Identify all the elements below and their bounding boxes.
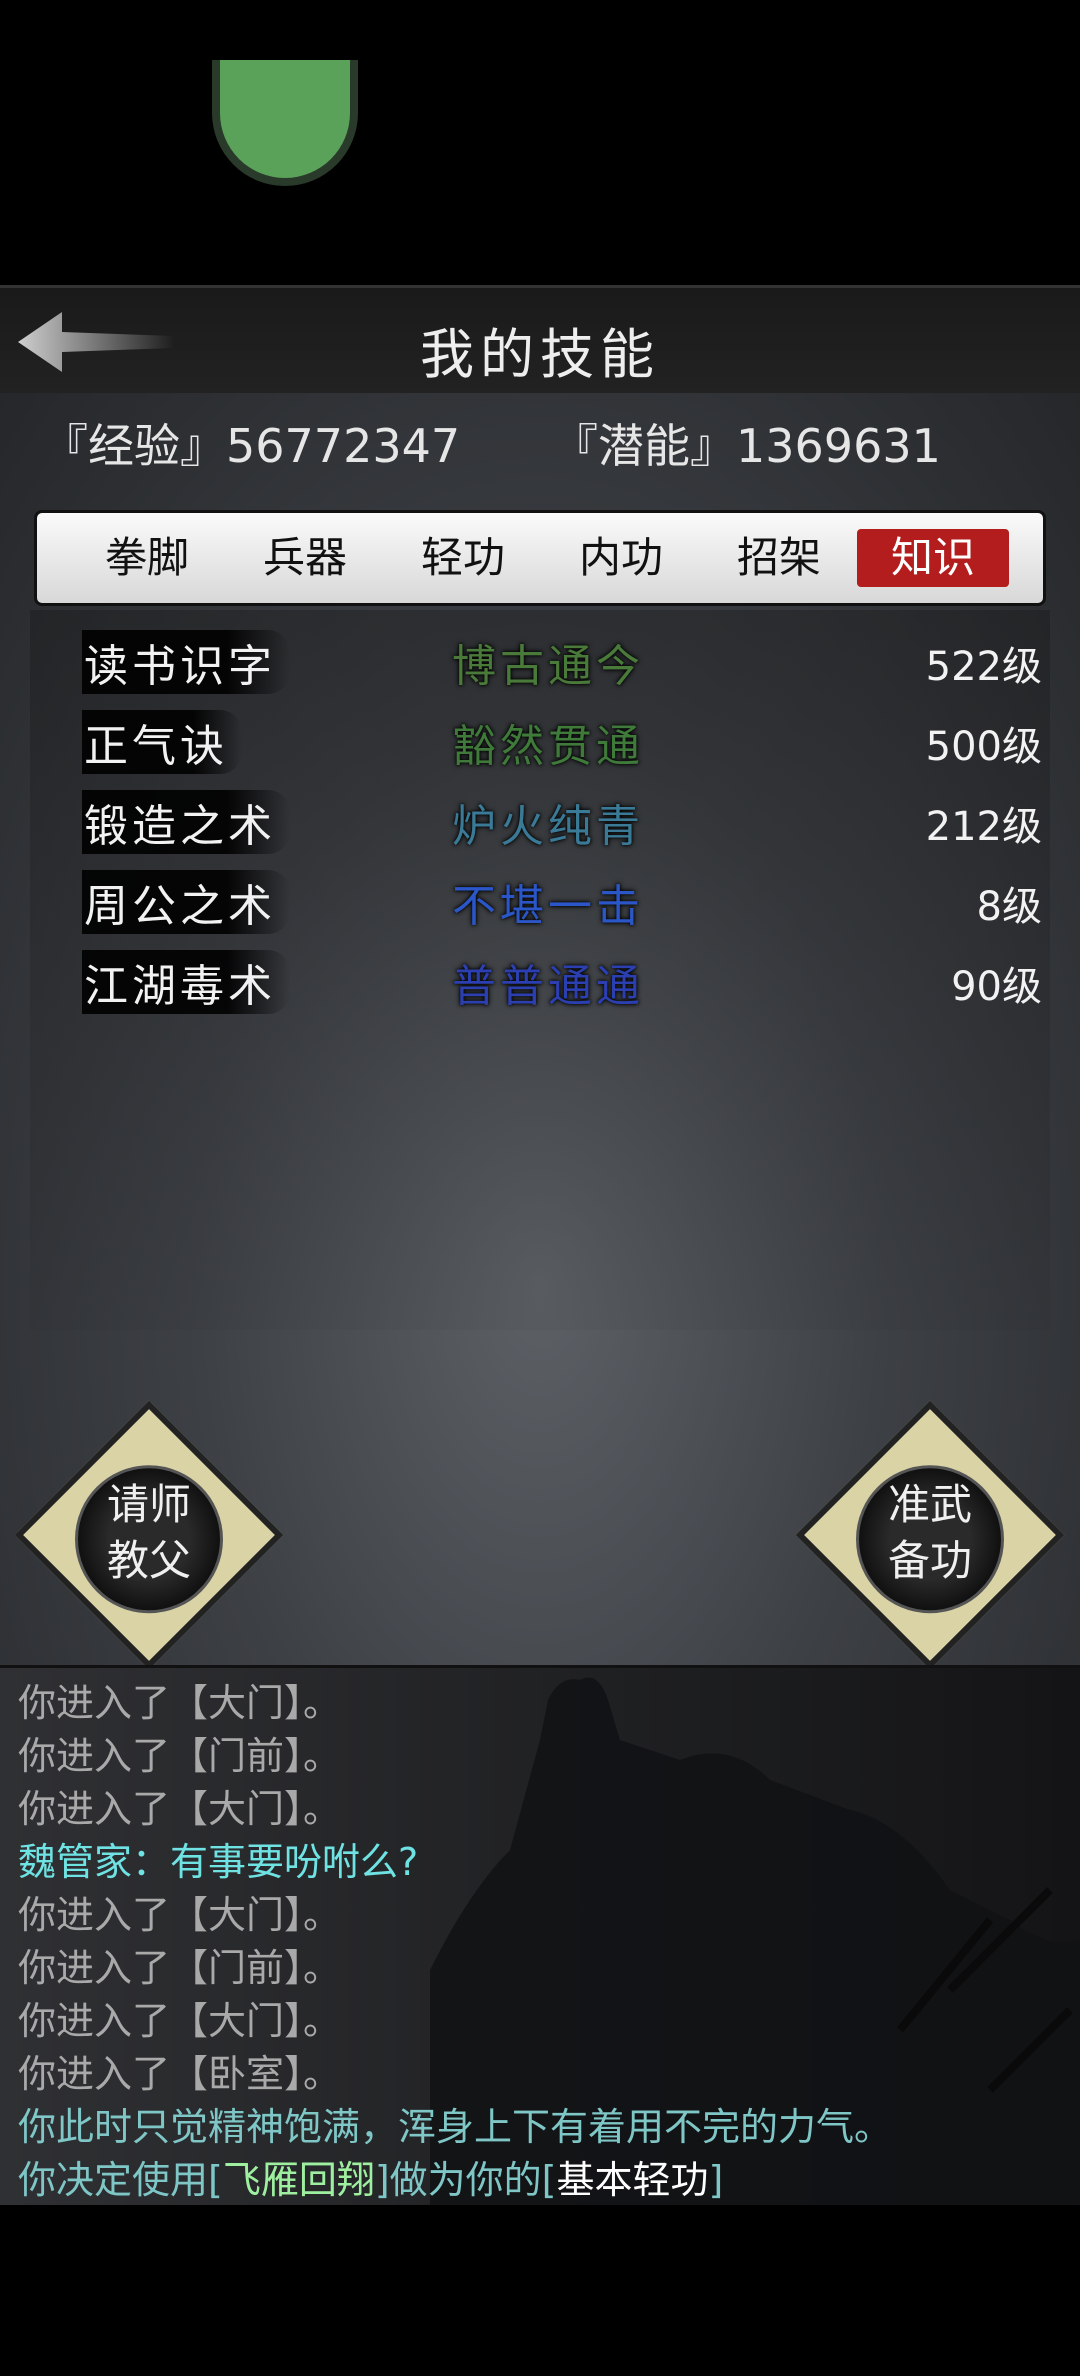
teacher-label-line1: 请师 xyxy=(106,1480,191,1529)
skill-rank: 炉火纯青 xyxy=(452,801,644,852)
tab-bingqi[interactable]: 兵器 xyxy=(231,529,379,587)
skill-name: 江湖毒术 xyxy=(82,950,290,1014)
log-line: 你进入了【门前】。 xyxy=(18,1734,342,1778)
skill-rank: 不堪一击 xyxy=(452,881,644,932)
page-title: 我的技能 xyxy=(420,323,660,386)
potential-stat: 『潜能』1369631 xyxy=(552,419,941,473)
teacher-button-label: 请师 教父 xyxy=(89,1477,209,1589)
log-line: 你进入了【门前】。 xyxy=(18,1946,342,1990)
top-area xyxy=(0,0,1080,285)
skill-level: 8级 xyxy=(976,884,1042,930)
skill-row[interactable]: 读书识字 博古通今 522级 xyxy=(30,630,1050,700)
skill-row[interactable]: 江湖毒术 普普通通 90级 xyxy=(30,950,1050,1020)
skill-level: 522级 xyxy=(925,644,1042,690)
log-line: 你进入了【大门】。 xyxy=(18,1681,342,1725)
skill-rank: 博古通今 xyxy=(452,641,644,692)
log-skill-name: 飞雁回翔 xyxy=(222,2158,375,2202)
prepare-label-line2: 备功 xyxy=(887,1536,972,1585)
skill-level: 500级 xyxy=(925,724,1042,770)
log-line: 你进入了【大门】。 xyxy=(18,1787,342,1831)
log-skill-type: 基本轻功 xyxy=(556,2158,709,2202)
skill-level: 90级 xyxy=(951,964,1042,1010)
log-line-npc: 魏管家：有事要吩咐么? xyxy=(18,1840,419,1884)
skill-row[interactable]: 周公之术 不堪一击 8级 xyxy=(30,870,1050,940)
log-line-info: 你此时只觉精神饱满，浑身上下有着用不完的力气。 xyxy=(18,2105,893,2149)
skill-name: 读书识字 xyxy=(82,630,290,694)
tab-zhaojia[interactable]: 招架 xyxy=(705,529,853,587)
prepare-button-label: 准武 备功 xyxy=(870,1477,990,1589)
skill-row[interactable]: 正气诀 豁然贯通 500级 xyxy=(30,710,1050,780)
tab-zhishi[interactable]: 知识 xyxy=(857,529,1009,587)
log-mid: ]做为你的[ xyxy=(374,2158,557,2202)
log-line-info: 你决定使用[飞雁回翔]做为你的[基本轻功] xyxy=(18,2149,723,2204)
tab-quanjiao[interactable]: 拳脚 xyxy=(73,529,221,587)
skill-name: 周公之术 xyxy=(82,870,290,934)
skill-name: 正气诀 xyxy=(82,710,242,774)
teacher-label-line2: 教父 xyxy=(106,1536,191,1585)
log-line: 你进入了【卧室】。 xyxy=(18,2052,342,2096)
skill-rank: 豁然贯通 xyxy=(452,721,644,772)
bottom-area xyxy=(0,2205,1080,2376)
tab-qinggong[interactable]: 轻功 xyxy=(389,529,537,587)
tab-neigong[interactable]: 内功 xyxy=(547,529,695,587)
skill-name: 锻造之术 xyxy=(82,790,290,854)
experience-stat: 『经验』56772347 xyxy=(42,419,461,473)
log-line: 你进入了【大门】。 xyxy=(18,1999,342,2043)
skill-list: 读书识字 博古通今 522级 正气诀 豁然贯通 500级 锻造之术 炉火纯青 2… xyxy=(30,610,1050,1330)
skill-row[interactable]: 锻造之术 炉火纯青 212级 xyxy=(30,790,1050,860)
log-prefix: 你决定使用[ xyxy=(18,2158,223,2202)
log-suffix: ] xyxy=(708,2158,724,2202)
skill-category-tabs: 拳脚 兵器 轻功 内功 招架 知识 xyxy=(34,510,1046,606)
log-line: 你进入了【大门】。 xyxy=(18,1893,342,1937)
header-bar: 我的技能 xyxy=(0,285,1080,399)
skill-rank: 普普通通 xyxy=(452,961,644,1012)
prepare-label-line1: 准武 xyxy=(887,1480,972,1529)
skill-level: 212级 xyxy=(925,804,1042,850)
